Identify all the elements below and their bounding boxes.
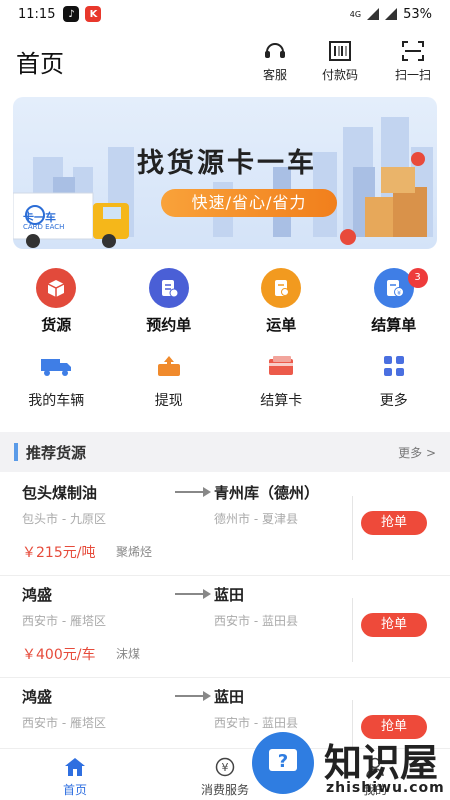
menu-my-vehicles-label: 我的车辆	[28, 393, 85, 409]
cargo-card[interactable]: 鸿盛 蓝田 西安市 - 雁塔区 西安市 - 蓝田县 ￥400元/车 沫煤 抢单	[0, 576, 450, 678]
scan-icon	[402, 41, 424, 61]
cargo-card[interactable]: 包头煤制油 青州库（德州） 包头市 - 九原区 德州市 - 夏津县 ￥215元/…	[0, 474, 450, 576]
menu-reservation-label: 预约单	[146, 316, 192, 334]
payment-code-label: 付款码	[321, 68, 358, 82]
banner-slogan: 找货源卡一车	[137, 148, 317, 179]
menu-reservation[interactable]: 预约单	[113, 268, 226, 338]
cargo-destination-city: 西安市 - 蓝田县	[214, 614, 298, 628]
menu-more-label: 更多	[379, 393, 408, 409]
cargo-box-icon	[36, 268, 77, 308]
network-label: 4G	[349, 9, 362, 19]
header: 首页 客服 付款码 扫一扫	[0, 36, 450, 86]
home-icon	[0, 757, 150, 777]
scan-button[interactable]: 扫一扫	[383, 40, 443, 83]
card-divider	[352, 598, 353, 662]
kuaishou-icon: K	[85, 6, 102, 22]
cargo-destination: 青州库（德州）	[214, 484, 320, 502]
customer-service-label: 客服	[262, 68, 287, 82]
section-more-link[interactable]: 更多 >	[398, 444, 436, 461]
tab-home[interactable]: 首页	[0, 749, 150, 800]
route-arrow-icon	[175, 487, 211, 497]
menu-waybill-label: 运单	[266, 316, 297, 334]
barcode-icon	[329, 41, 351, 61]
menu-settlement-card[interactable]: 结算卡	[225, 352, 338, 418]
signal-icon	[367, 8, 380, 20]
cargo-destination: 蓝田	[214, 586, 245, 604]
signal-icon-2	[385, 8, 398, 20]
menu-settlement-label: 结算单	[371, 316, 417, 334]
battery-level: 53%	[403, 6, 432, 22]
grab-order-button[interactable]: 抢单	[361, 511, 427, 535]
route-arrow-icon	[175, 589, 211, 599]
cargo-origin-city: 西安市 - 雁塔区	[22, 716, 106, 730]
svg-text:¥: ¥	[222, 761, 229, 774]
menu-cargo-source[interactable]: 货源	[0, 268, 113, 338]
section-title: 推荐货源	[26, 443, 87, 462]
card-icon	[225, 352, 338, 380]
tab-consumer-services-label: 消费服务	[200, 783, 249, 797]
watermark-url: zhishiwu.com	[326, 780, 445, 796]
cargo-price: ￥215元/吨	[22, 545, 96, 561]
card-divider	[352, 496, 353, 560]
menu-more[interactable]: 更多	[338, 352, 450, 418]
banner-truck-brand-en: CARD EACH	[23, 223, 65, 231]
cargo-origin-city: 西安市 - 雁塔区	[22, 614, 106, 628]
quick-menu: 货源 预约单 运单 ¥ 3 结算单	[0, 268, 450, 338]
waybill-icon	[261, 268, 302, 308]
cargo-origin: 鸿盛	[22, 688, 53, 706]
settlement-badge: 3	[407, 268, 428, 288]
svg-text:?: ?	[278, 751, 288, 772]
cargo-origin: 包头煤制油	[22, 484, 98, 502]
grab-order-button[interactable]: 抢单	[361, 613, 427, 637]
route-arrow-icon	[175, 691, 211, 701]
section-accent-bar	[14, 443, 18, 461]
tab-home-label: 首页	[62, 783, 87, 797]
menu-waybill[interactable]: 运单	[225, 268, 338, 338]
menu-settlement[interactable]: ¥ 3 结算单	[338, 268, 450, 338]
headset-icon	[265, 43, 285, 58]
cargo-destination: 蓝田	[214, 688, 245, 706]
menu-cargo-source-label: 货源	[41, 316, 72, 334]
reservation-doc-icon	[148, 268, 189, 308]
menu-settlement-card-label: 结算卡	[260, 393, 303, 409]
tiktok-icon: ♪	[63, 6, 80, 22]
question-mark-icon: ?	[252, 732, 314, 794]
page-title: 首页	[16, 50, 64, 78]
site-watermark: ? 知识屋 zhishiwu.com	[252, 728, 450, 800]
customer-service-button[interactable]: 客服	[245, 40, 305, 83]
cargo-price: ￥400元/车	[22, 647, 96, 663]
cargo-origin-city: 包头市 - 九原区	[22, 512, 106, 526]
cargo-origin: 鸿盛	[22, 586, 53, 604]
svg-text:¥: ¥	[397, 290, 401, 297]
status-bar: 11:15 ♪ K 4G 53%	[0, 0, 450, 28]
banner-tagline: 快速/省心/省力	[161, 189, 337, 217]
cargo-type: 沫煤	[116, 647, 141, 661]
grid-icon	[338, 352, 450, 380]
payment-code-button[interactable]: 付款码	[310, 40, 370, 83]
menu-withdraw-label: 提现	[154, 393, 183, 409]
cargo-destination-city: 德州市 - 夏津县	[214, 512, 298, 526]
secondary-menu: 我的车辆 提现 结算卡 更多	[0, 352, 450, 418]
truck-icon	[0, 352, 113, 380]
watermark-text: 知识屋	[324, 740, 439, 785]
withdraw-icon	[113, 352, 226, 380]
menu-my-vehicles[interactable]: 我的车辆	[0, 352, 113, 418]
menu-withdraw[interactable]: 提现	[113, 352, 226, 418]
scan-label: 扫一扫	[394, 68, 431, 82]
recommended-cargo-header: 推荐货源 更多 >	[0, 432, 450, 472]
cargo-type: 聚烯烃	[116, 545, 153, 559]
status-time: 11:15	[18, 6, 56, 22]
promo-banner[interactable]: 卡一车 CARD EACH 找货源卡一车 快速/省心/省力	[13, 97, 437, 249]
